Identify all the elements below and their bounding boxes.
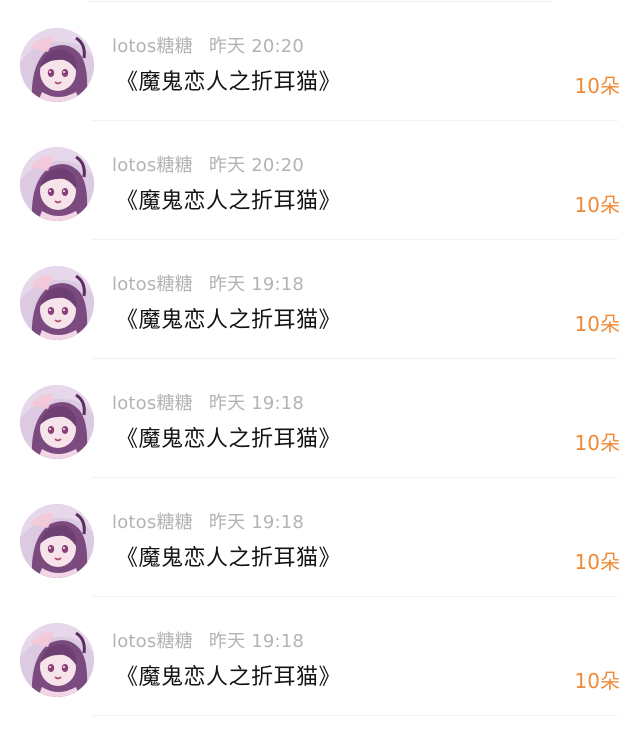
book-title[interactable]: 《魔鬼恋人之折耳猫》 bbox=[116, 421, 341, 453]
list-item[interactable]: lotos糖糖 昨天 19:18 《魔鬼恋人之折耳猫》 10朵 bbox=[0, 359, 640, 478]
gift-meta: lotos糖糖 昨天 19:18 bbox=[112, 508, 304, 534]
book-title[interactable]: 《魔鬼恋人之折耳猫》 bbox=[116, 540, 341, 572]
avatar[interactable] bbox=[20, 385, 94, 459]
avatar[interactable] bbox=[20, 504, 94, 578]
user-name[interactable]: lotos糖糖 bbox=[112, 155, 193, 176]
avatar[interactable] bbox=[20, 623, 94, 697]
user-name[interactable]: lotos糖糖 bbox=[112, 631, 193, 652]
timestamp: 昨天 20:20 bbox=[208, 155, 305, 176]
gift-meta: lotos糖糖 昨天 19:18 bbox=[112, 627, 304, 653]
anime-girl-avatar-icon bbox=[20, 147, 94, 221]
book-title[interactable]: 《魔鬼恋人之折耳猫》 bbox=[116, 183, 341, 215]
list-item[interactable]: lotos糖糖 昨天 19:18 《魔鬼恋人之折耳猫》 10朵 bbox=[0, 240, 640, 359]
list-item[interactable]: lotos糖糖 昨天 20:20 《魔鬼恋人之折耳猫》 10朵 bbox=[0, 121, 640, 240]
timestamp: 昨天 19:18 bbox=[208, 631, 305, 652]
avatar[interactable] bbox=[20, 147, 94, 221]
timestamp: 昨天 20:20 bbox=[208, 36, 305, 57]
book-title[interactable]: 《魔鬼恋人之折耳猫》 bbox=[116, 302, 341, 334]
anime-girl-avatar-icon bbox=[20, 266, 94, 340]
user-name[interactable]: lotos糖糖 bbox=[112, 393, 193, 414]
timestamp: 昨天 19:18 bbox=[208, 274, 305, 295]
divider bbox=[92, 715, 618, 716]
gift-amount: 10朵 bbox=[574, 193, 620, 217]
user-name[interactable]: lotos糖糖 bbox=[112, 274, 193, 295]
avatar[interactable] bbox=[20, 28, 94, 102]
gift-meta: lotos糖糖 昨天 20:20 bbox=[112, 32, 304, 58]
avatar[interactable] bbox=[20, 266, 94, 340]
book-title[interactable]: 《魔鬼恋人之折耳猫》 bbox=[116, 64, 341, 96]
anime-girl-avatar-icon bbox=[20, 385, 94, 459]
list-item[interactable]: lotos糖糖 昨天 19:18 《魔鬼恋人之折耳猫》 10朵 bbox=[0, 478, 640, 597]
gift-amount: 10朵 bbox=[574, 312, 620, 336]
user-name[interactable]: lotos糖糖 bbox=[112, 512, 193, 533]
gift-meta: lotos糖糖 昨天 20:20 bbox=[112, 151, 304, 177]
gift-amount: 10朵 bbox=[574, 669, 620, 693]
gift-amount: 10朵 bbox=[574, 431, 620, 455]
gift-meta: lotos糖糖 昨天 19:18 bbox=[112, 270, 304, 296]
book-title[interactable]: 《魔鬼恋人之折耳猫》 bbox=[116, 659, 341, 691]
timestamp: 昨天 19:18 bbox=[208, 393, 305, 414]
anime-girl-avatar-icon bbox=[20, 504, 94, 578]
anime-girl-avatar-icon bbox=[20, 28, 94, 102]
anime-girl-avatar-icon bbox=[20, 623, 94, 697]
gift-amount: 10朵 bbox=[574, 74, 620, 98]
user-name[interactable]: lotos糖糖 bbox=[112, 36, 193, 57]
list-item[interactable]: lotos糖糖 昨天 19:18 《魔鬼恋人之折耳猫》 10朵 bbox=[0, 597, 640, 716]
gift-amount: 10朵 bbox=[574, 550, 620, 574]
timestamp: 昨天 19:18 bbox=[208, 512, 305, 533]
list-item[interactable]: lotos糖糖 昨天 20:20 《魔鬼恋人之折耳猫》 10朵 bbox=[0, 2, 640, 121]
gift-meta: lotos糖糖 昨天 19:18 bbox=[112, 389, 304, 415]
